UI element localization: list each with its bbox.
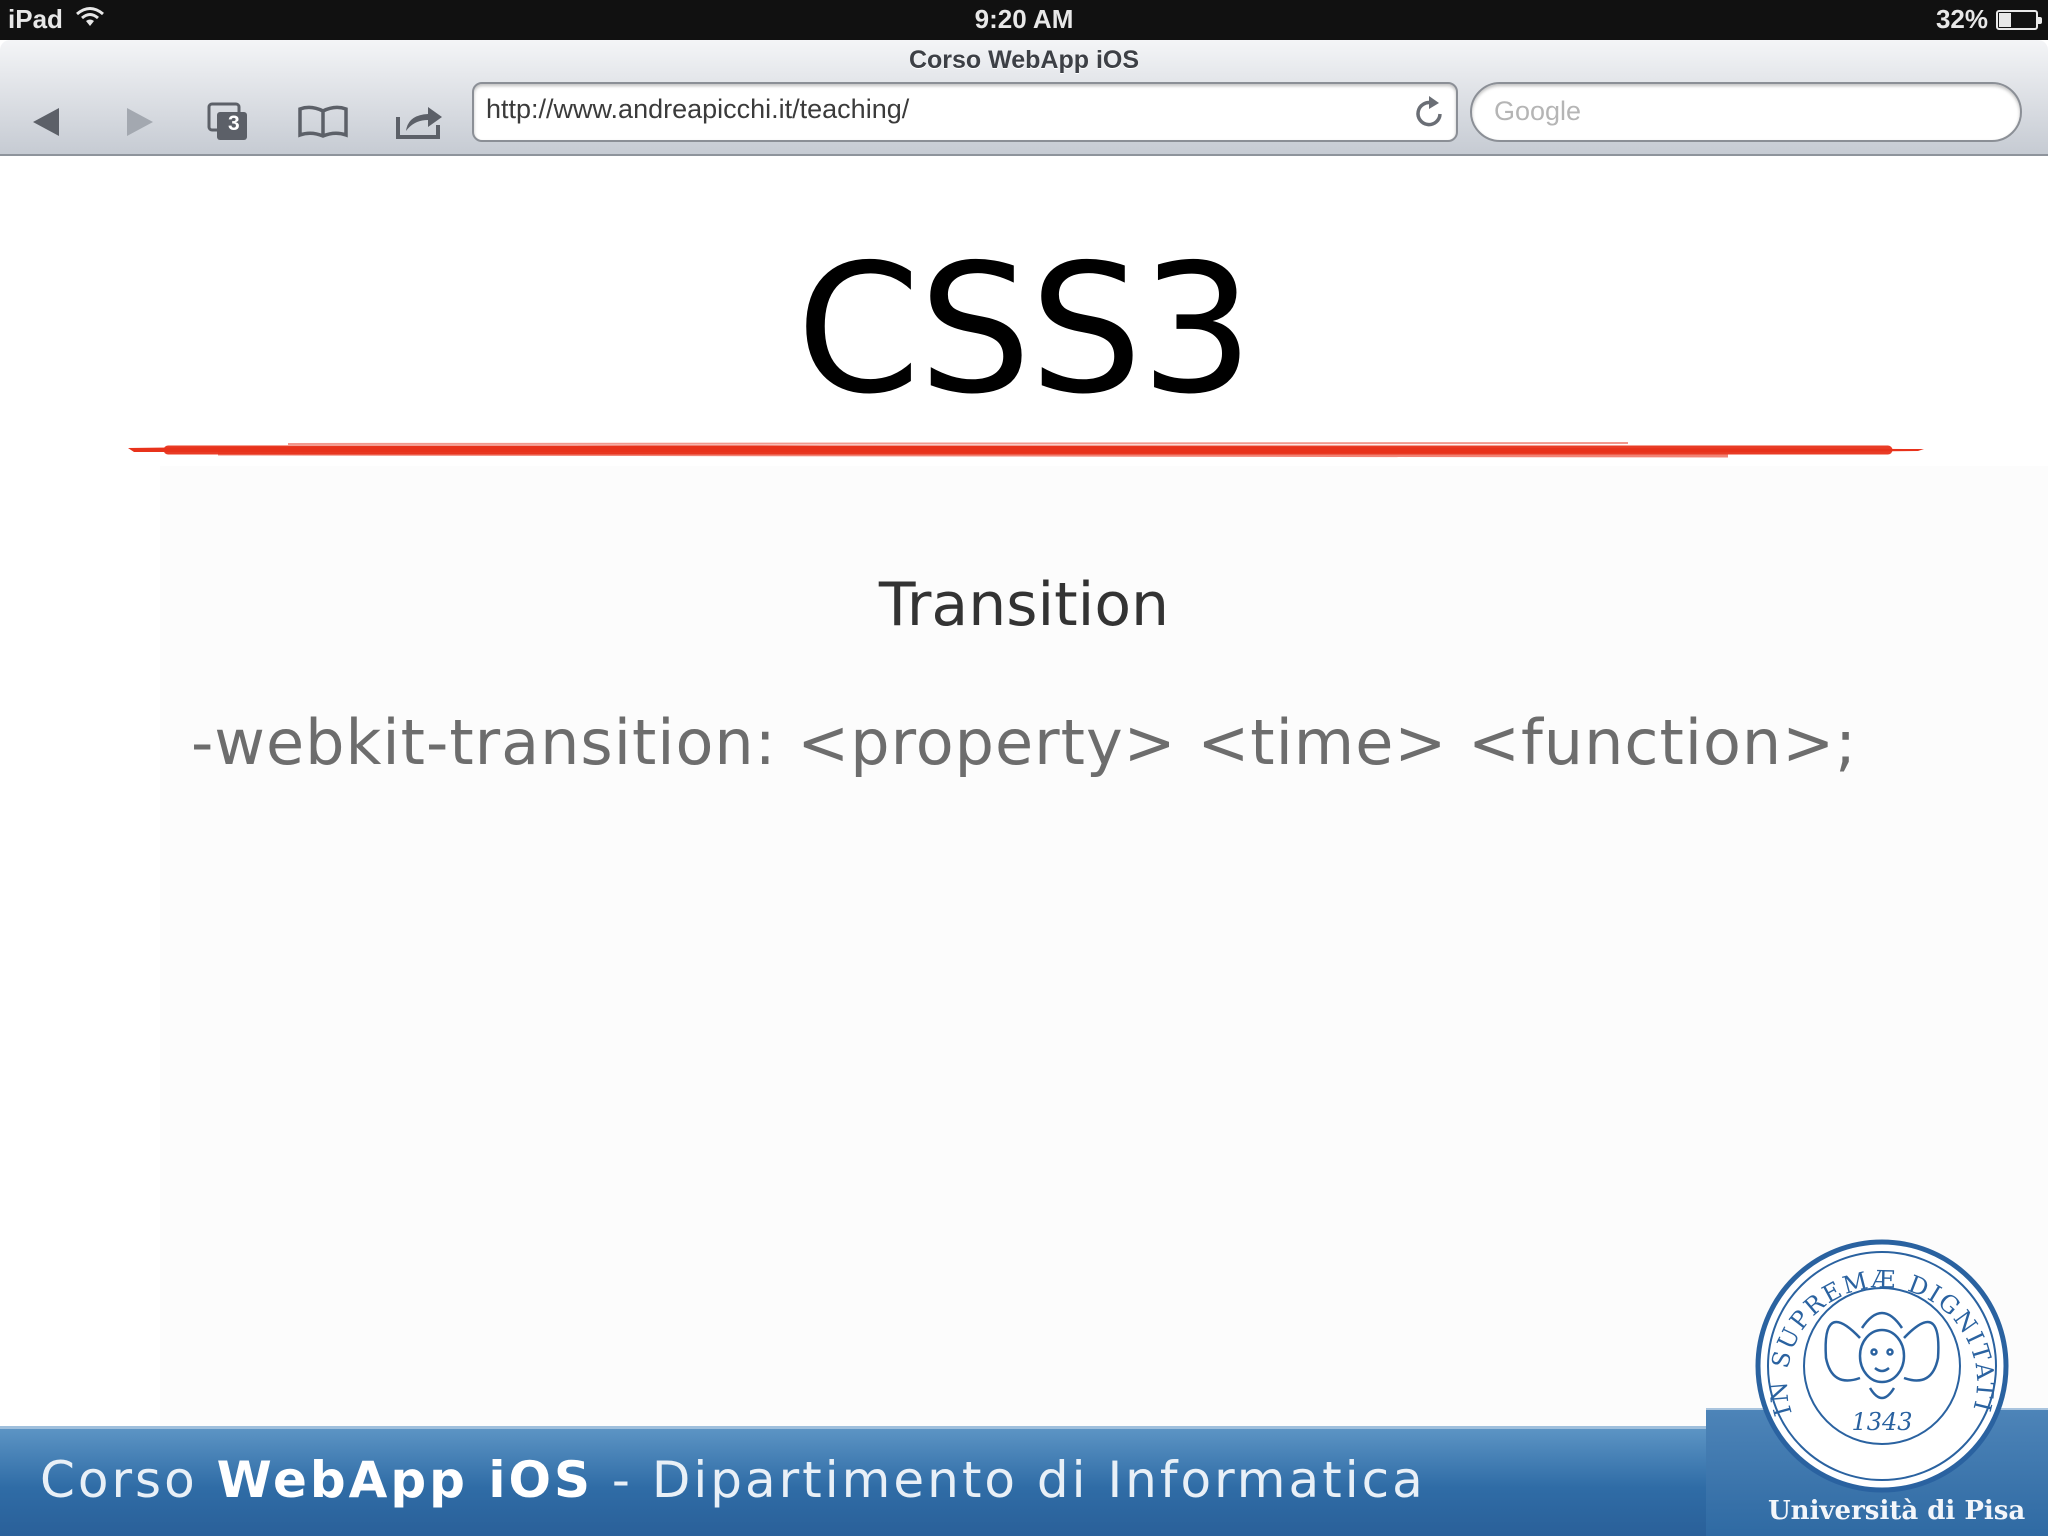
tabs-icon xyxy=(207,102,247,140)
share-button[interactable] xyxy=(384,92,454,152)
back-arrow-icon xyxy=(33,108,59,136)
clock: 9:20 AM xyxy=(974,4,1074,34)
forward-arrow-icon xyxy=(127,108,153,136)
footer-department: - Dipartimento di Informatica xyxy=(593,1451,1426,1509)
status-bar: iPad 9:20 AM 32% xyxy=(0,0,2048,40)
battery-icon xyxy=(1996,9,2042,30)
slide: CSS3 Transition -webkit-transition: <pro… xyxy=(0,156,2048,1426)
page-title: Corso WebApp iOS xyxy=(908,46,1140,74)
footer-text: Corso WebApp iOS - Dipartimento di Infor… xyxy=(40,1451,1426,1509)
search-placeholder: Google xyxy=(1494,96,1582,126)
red-brush-divider xyxy=(128,442,1924,458)
footer-course-prefix: Corso xyxy=(40,1451,217,1509)
university-name: Università di Pisa xyxy=(1768,1496,2026,1526)
search-field[interactable]: Google xyxy=(1470,82,2022,142)
back-button[interactable] xyxy=(12,92,82,152)
seal-year: 1343 xyxy=(1851,1408,1912,1436)
book-icon xyxy=(298,105,348,138)
url-field[interactable]: http://www.andreapicchi.it/teaching/ xyxy=(472,82,1458,142)
bookmarks-button[interactable] xyxy=(288,92,358,152)
share-icon xyxy=(396,107,442,139)
url-text: http://www.andreapicchi.it/teaching/ xyxy=(486,94,910,124)
forward-button[interactable] xyxy=(104,92,174,152)
tabs-count: 3 xyxy=(228,112,240,135)
tabs-button[interactable]: 3 xyxy=(192,92,262,152)
code-snippet: -webkit-transition: <property> <time> <f… xyxy=(190,706,1858,779)
reload-icon[interactable] xyxy=(1414,94,1446,135)
browser-toolbar: Corso WebApp iOS 3 http://www.andreapicc… xyxy=(0,40,2048,156)
slide-subtitle: Transition xyxy=(878,570,1170,640)
footer-course-name: WebApp iOS xyxy=(216,1451,594,1509)
slide-title: CSS3 xyxy=(796,226,1254,433)
battery-percentage: 32% xyxy=(1935,4,1988,34)
university-seal-icon: IN SUPREMÆ DIGNITATIS 1343 xyxy=(1752,1238,2009,1493)
